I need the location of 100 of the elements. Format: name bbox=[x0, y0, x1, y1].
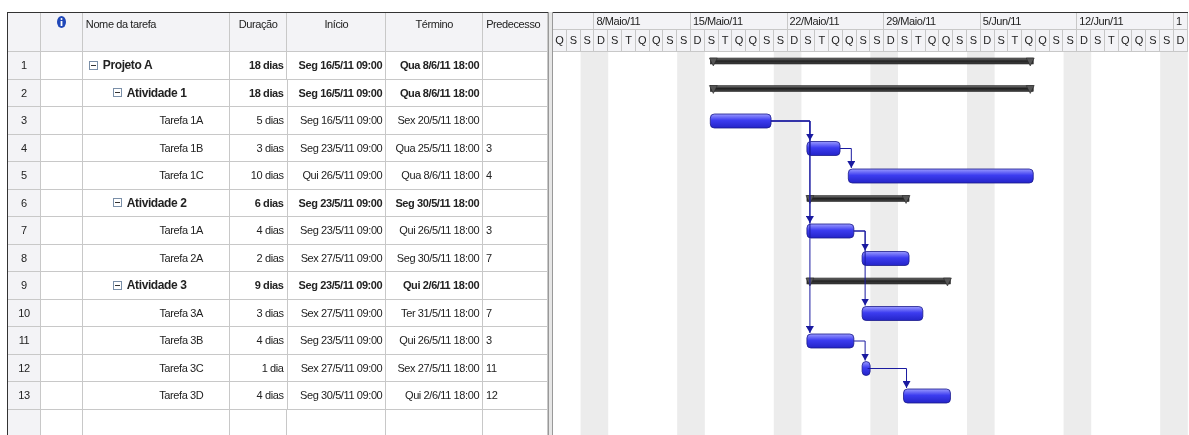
day-label: Q bbox=[649, 30, 664, 51]
day-label: Q bbox=[925, 30, 940, 51]
row-number[interactable]: 4 bbox=[8, 134, 41, 162]
summary-bar[interactable] bbox=[709, 85, 1035, 94]
column-header[interactable]: Término bbox=[386, 13, 484, 52]
start-date: Sex 27/5/11 09:00 bbox=[300, 360, 383, 376]
task-bar[interactable] bbox=[861, 306, 924, 321]
duration: 6 dias bbox=[254, 195, 284, 211]
day-label: Q bbox=[1132, 30, 1147, 51]
day-label: S bbox=[994, 30, 1009, 51]
duration: 10 dias bbox=[250, 168, 284, 183]
predecessor: 4 bbox=[486, 168, 492, 183]
task-name: Atividade 3 bbox=[126, 277, 187, 295]
start-date: Sex 27/5/11 09:00 bbox=[300, 305, 383, 321]
task-bar[interactable] bbox=[709, 113, 772, 129]
predecessor: 12 bbox=[486, 388, 498, 403]
task-bar[interactable] bbox=[903, 388, 951, 404]
duration: 3 dias bbox=[256, 305, 284, 321]
day-label: D bbox=[594, 30, 609, 51]
row-number[interactable]: 8 bbox=[8, 244, 41, 272]
start-date: Seg 23/5/11 09:00 bbox=[300, 223, 383, 238]
collapse-icon[interactable] bbox=[112, 88, 122, 98]
row-number[interactable]: 3 bbox=[8, 107, 41, 135]
task-bar[interactable] bbox=[806, 223, 855, 239]
task-name: Tarefa 3C bbox=[159, 360, 204, 376]
column-header[interactable]: Nome da tarefa bbox=[82, 13, 230, 52]
task-name: Tarefa 1A bbox=[159, 223, 203, 238]
day-label: S bbox=[1160, 30, 1174, 51]
summary-bar[interactable] bbox=[709, 57, 1035, 67]
collapse-icon[interactable] bbox=[112, 198, 122, 208]
duration: 4 dias bbox=[256, 223, 284, 238]
column-header[interactable]: Início bbox=[287, 13, 387, 52]
day-label: S bbox=[870, 30, 885, 51]
column-header[interactable]: Duração bbox=[229, 13, 288, 52]
task-name: Tarefa 1A bbox=[159, 113, 203, 128]
day-label: T bbox=[622, 30, 636, 51]
day-label: Q bbox=[842, 30, 857, 51]
day-label: S bbox=[663, 30, 678, 51]
finish-date: Sex 20/5/11 18:00 bbox=[397, 113, 480, 128]
row-number[interactable]: 1 bbox=[8, 52, 41, 80]
row-number[interactable]: 12 bbox=[8, 354, 41, 382]
duration: 3 dias bbox=[256, 140, 284, 156]
week-label: 8/Maio/11 bbox=[594, 13, 691, 29]
day-label: D bbox=[884, 30, 898, 51]
day-label: Q bbox=[1118, 30, 1133, 51]
dependency-arrow bbox=[839, 148, 856, 169]
row-number[interactable]: 10 bbox=[8, 299, 41, 327]
day-label: T bbox=[911, 30, 926, 51]
row-number[interactable]: 7 bbox=[8, 217, 41, 245]
indicator-header[interactable] bbox=[40, 13, 83, 52]
day-label: T bbox=[718, 30, 733, 51]
collapse-icon[interactable] bbox=[112, 280, 122, 290]
day-label: Q bbox=[732, 30, 747, 51]
task-bar[interactable] bbox=[806, 141, 841, 156]
row-number[interactable]: 5 bbox=[8, 162, 41, 190]
finish-date: Qua 25/5/11 18:00 bbox=[395, 140, 480, 156]
day-label: Q bbox=[1035, 30, 1050, 51]
predecessor: 3 bbox=[486, 140, 492, 156]
day-label: D bbox=[1077, 30, 1092, 51]
row-number[interactable]: 9 bbox=[8, 272, 41, 300]
day-label: S bbox=[1146, 30, 1161, 51]
day-label: S bbox=[1049, 30, 1064, 51]
duration: 4 dias bbox=[256, 388, 284, 403]
day-label: Q bbox=[828, 30, 843, 51]
predecessor: 7 bbox=[486, 250, 492, 266]
start-date: Seg 23/5/11 09:00 bbox=[300, 140, 383, 156]
finish-date: Qui 26/5/11 18:00 bbox=[399, 333, 480, 348]
predecessor: 3 bbox=[486, 333, 492, 348]
task-bar[interactable] bbox=[847, 168, 1034, 184]
finish-date: Qui 2/6/11 18:00 bbox=[402, 278, 480, 293]
summary-bar[interactable] bbox=[805, 277, 952, 287]
row-number[interactable]: 2 bbox=[8, 79, 41, 107]
row-number[interactable]: 6 bbox=[8, 189, 41, 217]
collapse-icon[interactable] bbox=[88, 60, 98, 70]
summary-bar[interactable] bbox=[805, 195, 911, 204]
day-label: S bbox=[704, 30, 719, 51]
task-name: Tarefa 3A bbox=[159, 305, 203, 321]
day-label: S bbox=[953, 30, 967, 51]
week-label: 22/Maio/11 bbox=[787, 13, 885, 29]
finish-date: Seg 30/5/11 18:00 bbox=[396, 250, 480, 266]
row-number[interactable]: 13 bbox=[8, 382, 41, 410]
task-name: Atividade 1 bbox=[126, 84, 187, 102]
start-date: Seg 16/5/11 09:00 bbox=[300, 113, 383, 128]
day-label: T bbox=[815, 30, 829, 51]
duration: 9 dias bbox=[254, 278, 284, 293]
day-label: S bbox=[966, 30, 981, 51]
week-label: 5/Jun/11 bbox=[980, 13, 1078, 29]
row-number[interactable]: 11 bbox=[8, 327, 41, 355]
task-name: Projeto A bbox=[102, 57, 153, 75]
task-bar[interactable] bbox=[861, 251, 910, 266]
task-bar[interactable] bbox=[806, 333, 855, 349]
start-date: Seg 23/5/11 09:00 bbox=[300, 333, 383, 348]
start-date: Seg 23/5/11 09:00 bbox=[298, 278, 383, 293]
day-label: T bbox=[1008, 30, 1023, 51]
task-bar[interactable] bbox=[861, 361, 871, 376]
day-label: S bbox=[801, 30, 816, 51]
day-label: S bbox=[608, 30, 622, 51]
day-label: Q bbox=[553, 30, 567, 51]
predecessor: 11 bbox=[486, 360, 497, 376]
day-label: D bbox=[690, 30, 705, 51]
